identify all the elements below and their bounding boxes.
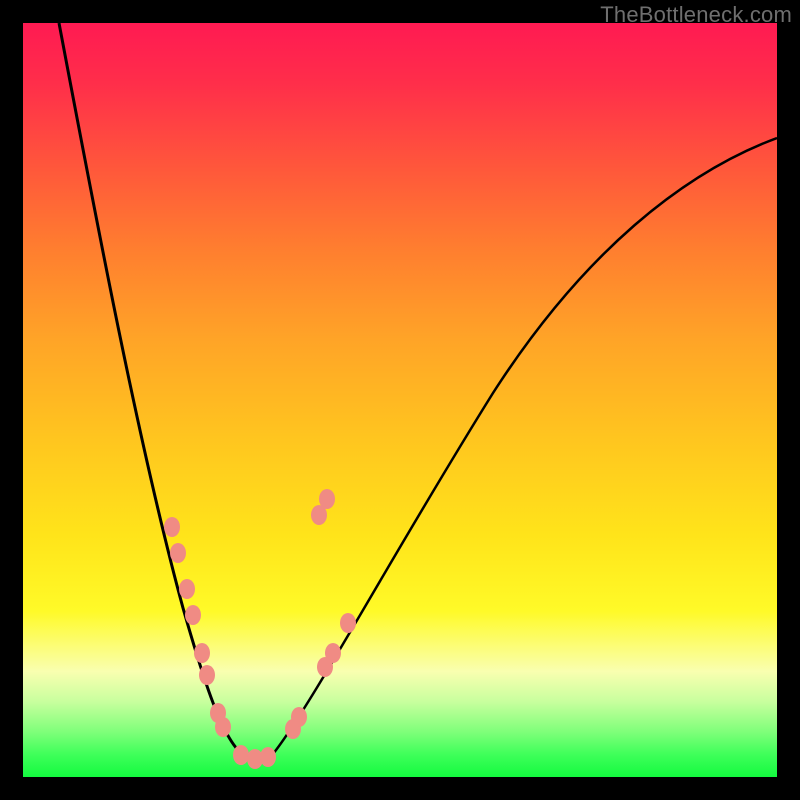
marker-point bbox=[164, 517, 180, 537]
marker-point bbox=[319, 489, 335, 509]
marker-point bbox=[179, 579, 195, 599]
marker-point bbox=[199, 665, 215, 685]
marker-point bbox=[325, 643, 341, 663]
marker-point bbox=[194, 643, 210, 663]
marker-point bbox=[233, 745, 249, 765]
marker-point bbox=[215, 717, 231, 737]
data-markers bbox=[23, 23, 777, 777]
marker-point bbox=[291, 707, 307, 727]
watermark-text: TheBottleneck.com bbox=[600, 2, 792, 28]
marker-point bbox=[340, 613, 356, 633]
marker-point bbox=[260, 747, 276, 767]
marker-point bbox=[170, 543, 186, 563]
marker-point bbox=[185, 605, 201, 625]
